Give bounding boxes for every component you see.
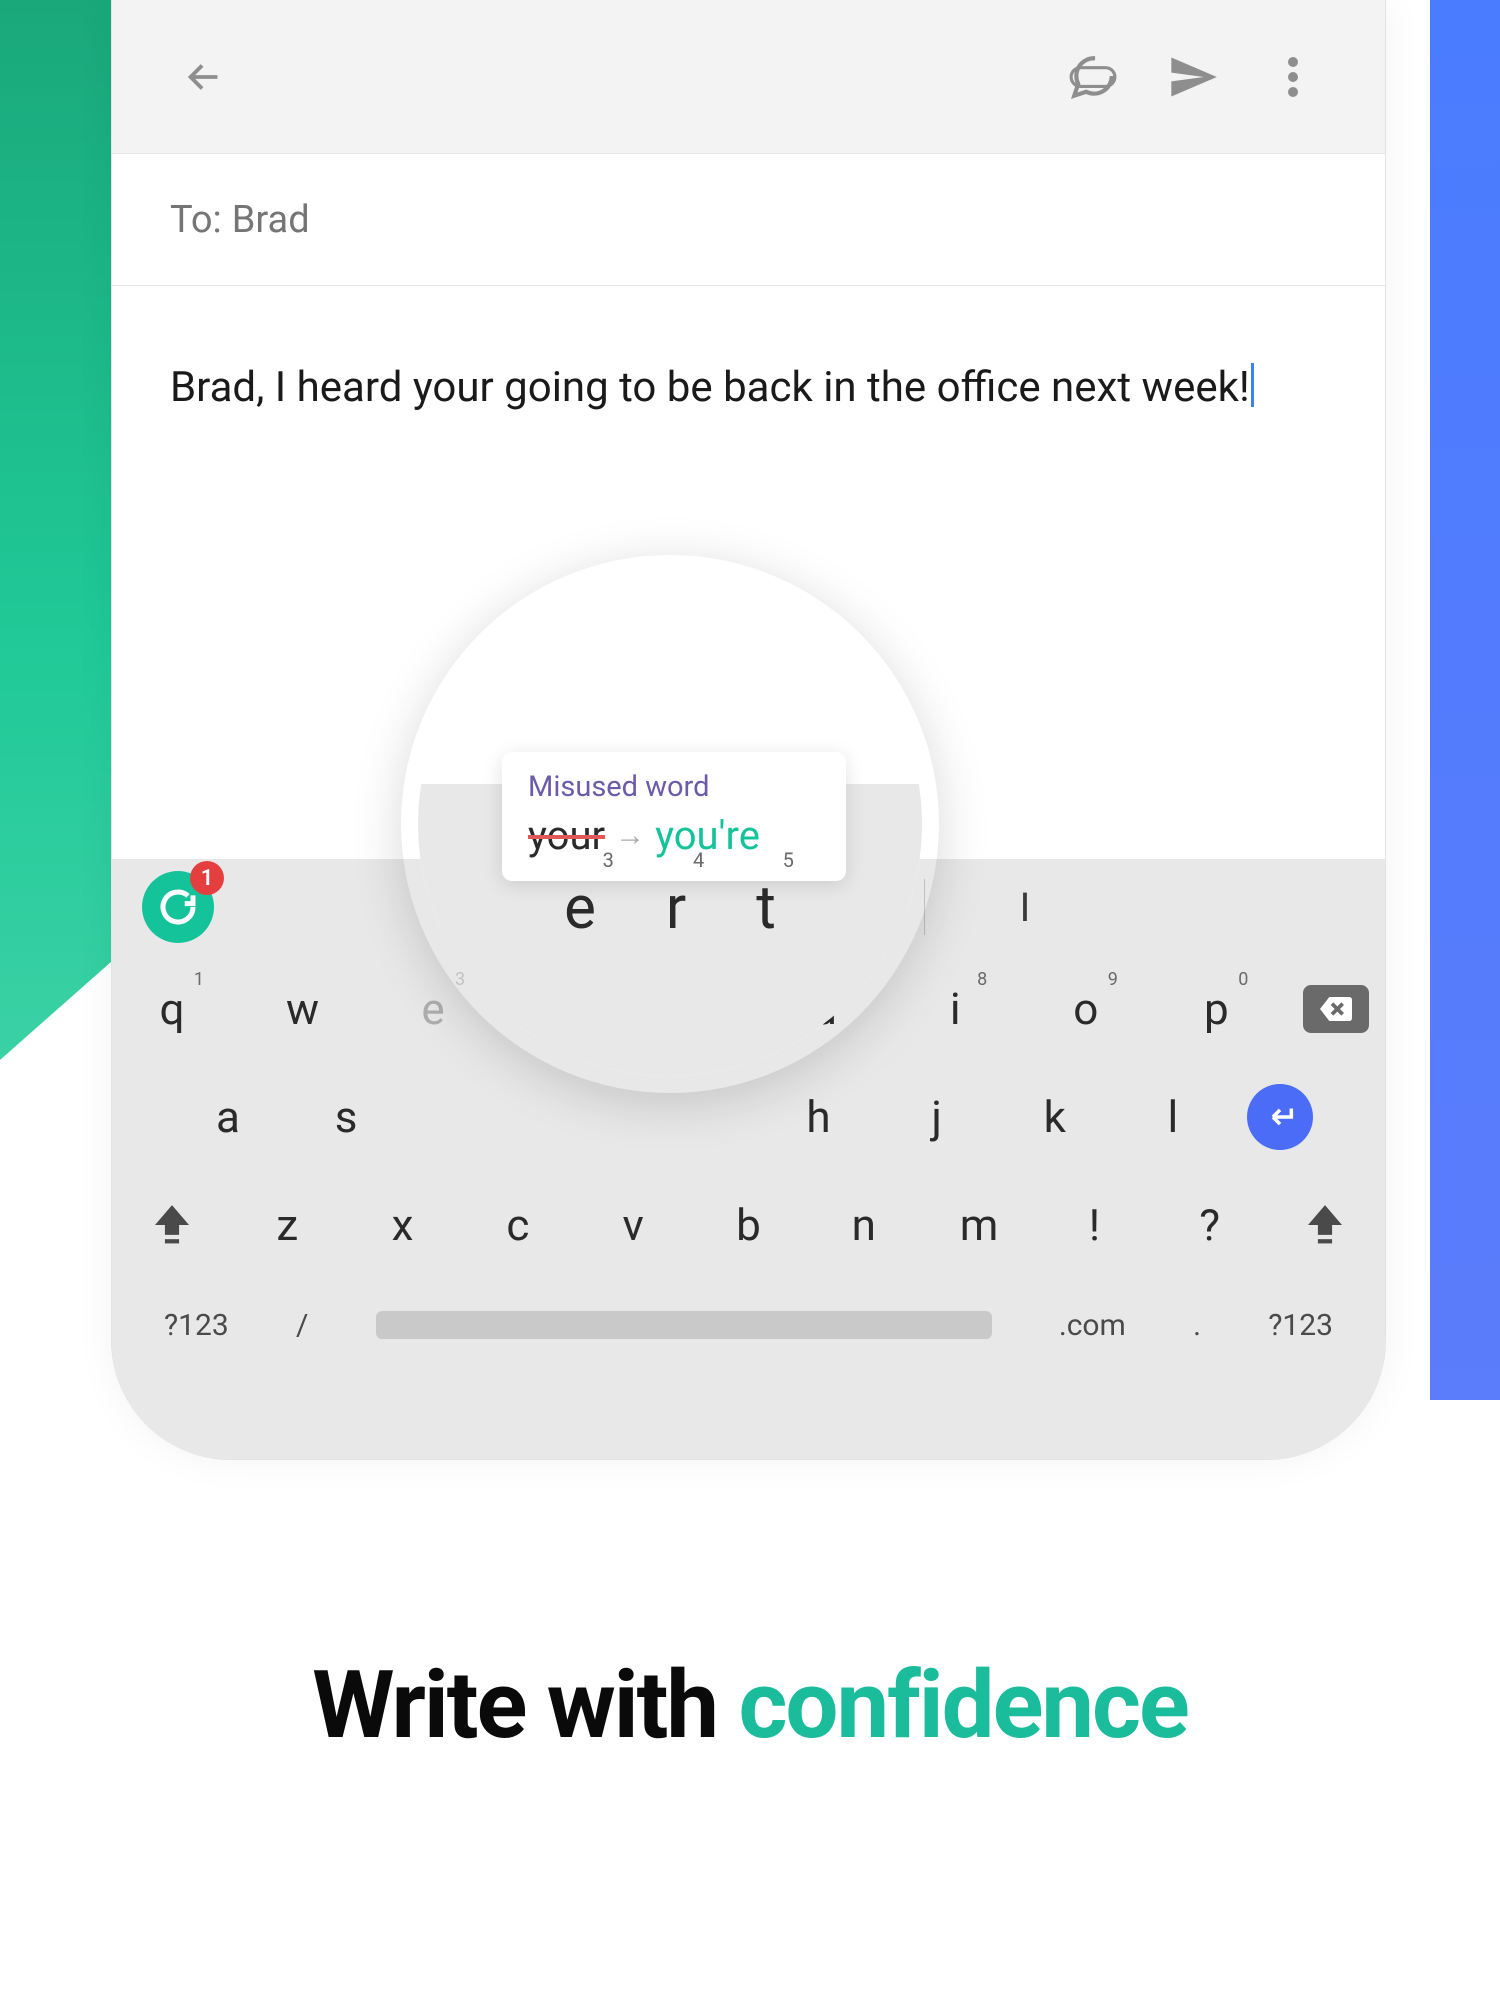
key-c[interactable]: c bbox=[474, 1181, 562, 1269]
key-k[interactable]: k bbox=[1011, 1073, 1099, 1161]
key-p[interactable]: p0 bbox=[1172, 965, 1260, 1053]
lens-key-r[interactable]: r4 bbox=[666, 872, 686, 943]
card-title: Misused word bbox=[528, 770, 820, 804]
key-j[interactable]: j bbox=[893, 1073, 981, 1161]
enter-key[interactable] bbox=[1247, 1084, 1313, 1150]
lens-key-t[interactable]: t5 bbox=[756, 872, 776, 943]
key-n[interactable]: n bbox=[820, 1181, 908, 1269]
key-z[interactable]: z bbox=[243, 1181, 331, 1269]
key-l[interactable]: l bbox=[1129, 1073, 1217, 1161]
key-i[interactable]: i8 bbox=[911, 965, 999, 1053]
compose-toolbar bbox=[112, 0, 1385, 154]
recipient-row[interactable]: To: Brad bbox=[112, 154, 1385, 286]
background-accent-blue bbox=[1430, 0, 1500, 1400]
correction-card[interactable]: Misused word your → you're bbox=[502, 752, 846, 881]
key-v[interactable]: v bbox=[589, 1181, 677, 1269]
lens-keys: e3 r4 t5 bbox=[418, 872, 922, 943]
key-question[interactable]: ? bbox=[1166, 1181, 1254, 1269]
overflow-menu-icon[interactable] bbox=[1263, 47, 1323, 107]
key-hidden-d[interactable] bbox=[420, 1073, 508, 1161]
period-key[interactable]: . bbox=[1193, 1308, 1201, 1343]
phone-frame: To: Brad Brad, I heard your going to be … bbox=[111, 0, 1386, 1460]
key-s[interactable]: s bbox=[302, 1073, 390, 1161]
wrong-word: your bbox=[528, 812, 605, 859]
shift-key-right[interactable] bbox=[1281, 1189, 1369, 1261]
recipient-name: Brad bbox=[232, 198, 310, 242]
to-label: To: bbox=[170, 198, 222, 242]
tagline-accent: confidence bbox=[738, 1650, 1187, 1760]
key-b[interactable]: b bbox=[704, 1181, 792, 1269]
grammarly-badge[interactable]: 1 bbox=[142, 871, 214, 943]
background-accent-green bbox=[0, 0, 120, 1060]
key-x[interactable]: x bbox=[359, 1181, 447, 1269]
tagline: Write with confidence bbox=[0, 1650, 1500, 1760]
notification-badge: 1 bbox=[190, 861, 224, 895]
symbols-key-left[interactable]: ?123 bbox=[164, 1308, 229, 1343]
lens-key-e[interactable]: e3 bbox=[564, 872, 596, 943]
symbols-key-right[interactable]: ?123 bbox=[1268, 1308, 1333, 1343]
attachment-icon[interactable] bbox=[1063, 47, 1123, 107]
correct-word: you're bbox=[655, 812, 760, 859]
key-m[interactable]: m bbox=[935, 1181, 1023, 1269]
arrow-icon: → bbox=[615, 818, 645, 853]
key-row-bottom: ?123 / .com . ?123 bbox=[128, 1279, 1369, 1371]
key-exclaim[interactable]: ! bbox=[1050, 1181, 1138, 1269]
magnifier-lens: Misused word your → you're e3 r4 t5 bbox=[400, 554, 940, 1094]
message-text: Brad, I heard your going to be back in t… bbox=[170, 363, 1250, 412]
key-row-3: z x c v b n m ! ? bbox=[128, 1171, 1369, 1279]
key-h[interactable]: h bbox=[775, 1073, 863, 1161]
backspace-key[interactable] bbox=[1303, 985, 1369, 1033]
suggestion-item[interactable]: I bbox=[965, 884, 1085, 931]
back-icon[interactable] bbox=[174, 47, 234, 107]
shift-key-left[interactable] bbox=[128, 1189, 216, 1261]
text-cursor bbox=[1251, 363, 1254, 407]
spacebar-key[interactable] bbox=[376, 1311, 992, 1339]
key-o[interactable]: o9 bbox=[1042, 965, 1130, 1053]
slash-key[interactable]: / bbox=[296, 1308, 308, 1343]
key-w[interactable]: w bbox=[259, 965, 347, 1053]
key-q[interactable]: q1 bbox=[128, 965, 216, 1053]
com-key[interactable]: .com bbox=[1059, 1308, 1126, 1343]
key-a[interactable]: a bbox=[184, 1073, 272, 1161]
tagline-before: Write with bbox=[312, 1650, 738, 1760]
send-icon[interactable] bbox=[1163, 47, 1223, 107]
